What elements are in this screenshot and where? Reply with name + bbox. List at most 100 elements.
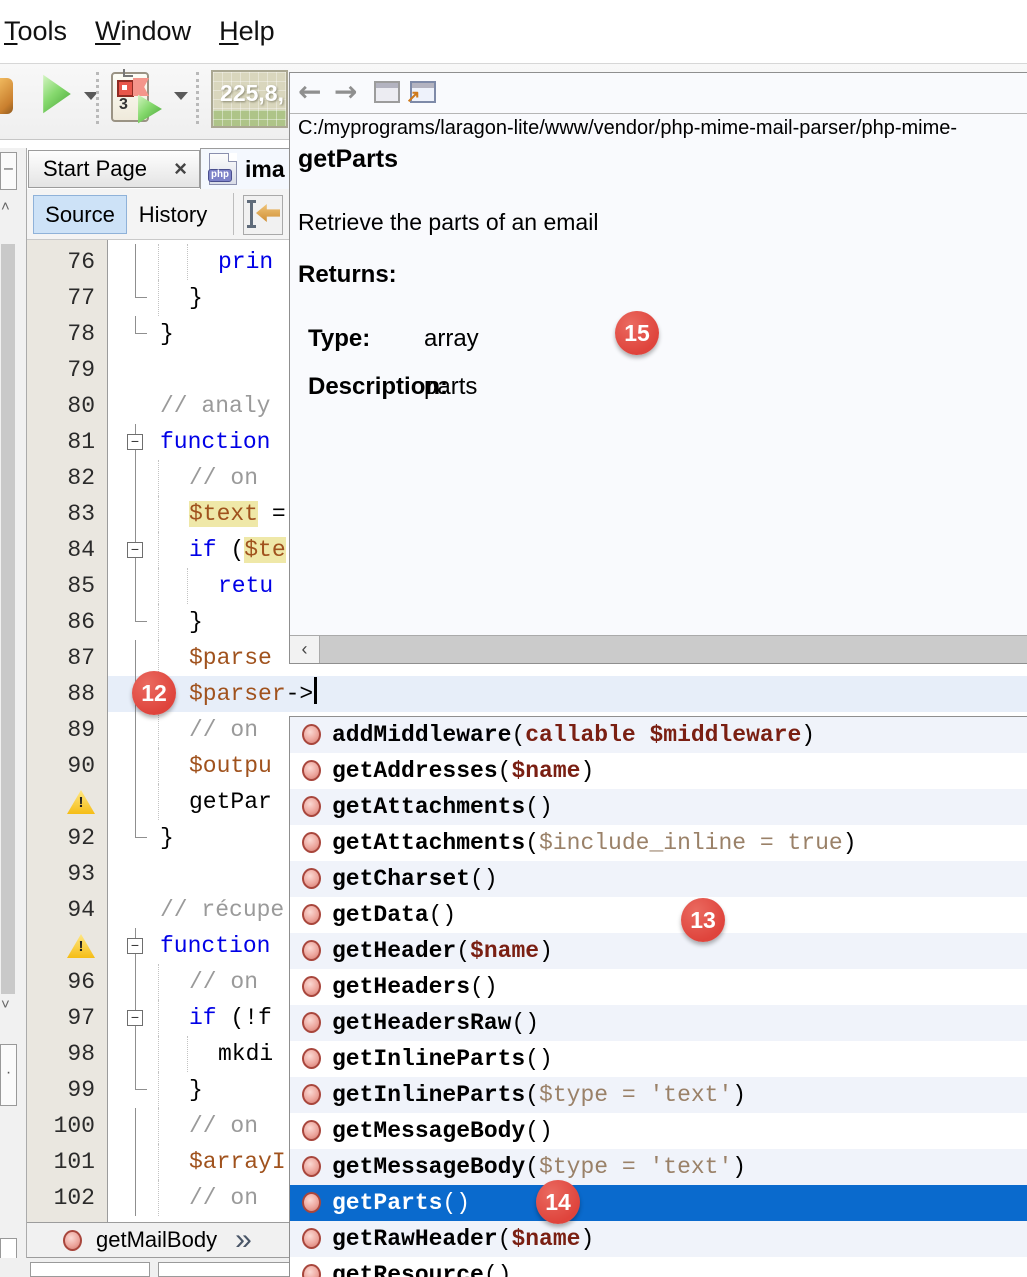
left-panel-button[interactable]: –: [0, 152, 17, 190]
php-file-icon: php: [209, 153, 237, 185]
method-icon: [302, 940, 321, 961]
code-completion-popup: addMiddleware(callable $middleware)getAd…: [289, 716, 1027, 1277]
scroll-up-icon[interactable]: ˄: [1, 198, 10, 215]
method-icon: [302, 796, 321, 817]
menu-tools[interactable]: Tools: [0, 16, 81, 47]
line-number: 86: [27, 604, 95, 640]
method-icon: [302, 1084, 321, 1105]
scrollbar-thumb[interactable]: [320, 636, 1027, 663]
menu-window[interactable]: Window: [81, 16, 205, 47]
code-line[interactable]: 88$parser->: [27, 676, 1027, 712]
method-icon: [302, 1264, 321, 1277]
scroll-left-icon[interactable]: ‹: [290, 636, 320, 663]
method-icon: [302, 1228, 321, 1249]
doc-summary: Retrieve the parts of an email: [298, 209, 598, 236]
completion-item[interactable]: getRawHeader($name): [290, 1221, 1027, 1257]
callout-bubble-13: 13: [681, 898, 725, 942]
debug-dropdown-arrow[interactable]: [174, 92, 188, 100]
completion-item[interactable]: getResource(): [290, 1257, 1027, 1277]
left-panel-button[interactable]: ·: [0, 1044, 17, 1106]
line-number: 96: [27, 964, 95, 1000]
completion-item[interactable]: addMiddleware(callable $middleware): [290, 717, 1027, 753]
line-number: 90: [27, 748, 95, 784]
bottom-panel-box: [30, 1262, 150, 1277]
method-icon: [302, 976, 321, 997]
close-icon[interactable]: ×: [174, 156, 199, 182]
code-fold-icon[interactable]: −: [127, 1010, 143, 1026]
ibeam-icon: [250, 200, 253, 228]
memory-meter[interactable]: 225,8,: [211, 70, 288, 128]
completion-item[interactable]: getInlineParts($type = 'text'): [290, 1077, 1027, 1113]
callout-bubble-15: 15: [615, 311, 659, 355]
debug-icon-flag: [133, 78, 149, 96]
doc-popup-toolbar: ← → ↗: [290, 73, 1027, 114]
line-number: 78: [27, 316, 95, 352]
line-number: 87: [27, 640, 95, 676]
toolbar-separator: [96, 72, 99, 124]
method-icon: [302, 1156, 321, 1177]
doc-returns-label: Returns:: [298, 261, 397, 289]
completion-item[interactable]: getHeadersRaw(): [290, 1005, 1027, 1041]
source-view-button[interactable]: Source: [33, 195, 127, 234]
line-number: 84: [27, 532, 95, 568]
chevron-right-icon[interactable]: »: [235, 1223, 246, 1257]
left-panel-scrollbar[interactable]: [1, 244, 15, 994]
code-fold-icon[interactable]: −: [127, 938, 143, 954]
breadcrumb-method-label[interactable]: getMailBody: [96, 1227, 217, 1253]
code-fold-icon[interactable]: −: [127, 434, 143, 450]
left-docked-panel-edge: – ˄ ˅ ·: [0, 148, 27, 1277]
warning-icon[interactable]: !: [67, 790, 95, 814]
doc-type-value: array: [424, 325, 479, 353]
completion-item[interactable]: getData(): [290, 897, 1027, 933]
history-view-button[interactable]: History: [128, 195, 218, 234]
completion-item[interactable]: getAttachments(): [290, 789, 1027, 825]
code-fold-icon[interactable]: −: [127, 542, 143, 558]
line-number: 89: [27, 712, 95, 748]
method-icon: [302, 724, 321, 745]
doc-horizontal-scrollbar[interactable]: ‹: [290, 635, 1027, 663]
completion-item-selected[interactable]: getParts(): [290, 1185, 1027, 1221]
ide-window: ToolsWindowHelp 3 225,8, – ˄ ˅ · Start P…: [0, 0, 1027, 1277]
line-number: 92: [27, 820, 95, 856]
callout-bubble-12: 12: [132, 671, 176, 715]
last-edit-button[interactable]: [243, 195, 283, 235]
toolbar-separator: [196, 72, 199, 124]
line-number: 80: [27, 388, 95, 424]
run-button[interactable]: [42, 74, 74, 114]
completion-item[interactable]: getHeaders(): [290, 969, 1027, 1005]
completion-item[interactable]: getAddresses($name): [290, 753, 1027, 789]
back-arrow-icon[interactable]: ←: [298, 75, 321, 108]
method-icon: [302, 904, 321, 925]
menu-help[interactable]: Help: [205, 16, 289, 47]
scroll-down-icon[interactable]: ˅: [1, 996, 10, 1013]
completion-item[interactable]: getCharset(): [290, 861, 1027, 897]
completion-item[interactable]: getMessageBody($type = 'text'): [290, 1149, 1027, 1185]
line-number: 101: [27, 1144, 95, 1180]
doc-description-value: parts: [424, 373, 477, 401]
doc-file-path: C:/myprograms/laragon-lite/www/vendor/ph…: [298, 117, 1024, 140]
line-number: 98: [27, 1036, 95, 1072]
line-number: 83: [27, 496, 95, 532]
completion-item[interactable]: getHeader($name): [290, 933, 1027, 969]
run-icon: [42, 74, 72, 114]
toolbar-cut-icon[interactable]: [0, 78, 13, 114]
debug-icon-number: 3: [119, 96, 128, 114]
sub-toolbar-separator: [233, 193, 234, 235]
method-icon: [302, 760, 321, 781]
line-number: 88: [27, 676, 95, 712]
completion-item[interactable]: getInlineParts(): [290, 1041, 1027, 1077]
completion-item[interactable]: getAttachments($include_inline = true): [290, 825, 1027, 861]
method-icon: [63, 1230, 82, 1251]
doc-type-label: Type:: [308, 325, 370, 353]
debug-run-icon[interactable]: [137, 94, 163, 124]
tab-start-page[interactable]: Start Page ×: [28, 150, 200, 188]
open-external-browser-icon[interactable]: ↗: [410, 81, 436, 103]
memory-meter-bar: [213, 110, 286, 126]
memory-meter-value: 225,8,: [220, 80, 284, 107]
forward-arrow-icon[interactable]: →: [334, 75, 357, 108]
warning-icon[interactable]: !: [67, 934, 95, 958]
line-number: 81: [27, 424, 95, 460]
completion-item[interactable]: getMessageBody(): [290, 1113, 1027, 1149]
show-javadoc-window-icon[interactable]: [374, 81, 400, 103]
line-number: 85: [27, 568, 95, 604]
